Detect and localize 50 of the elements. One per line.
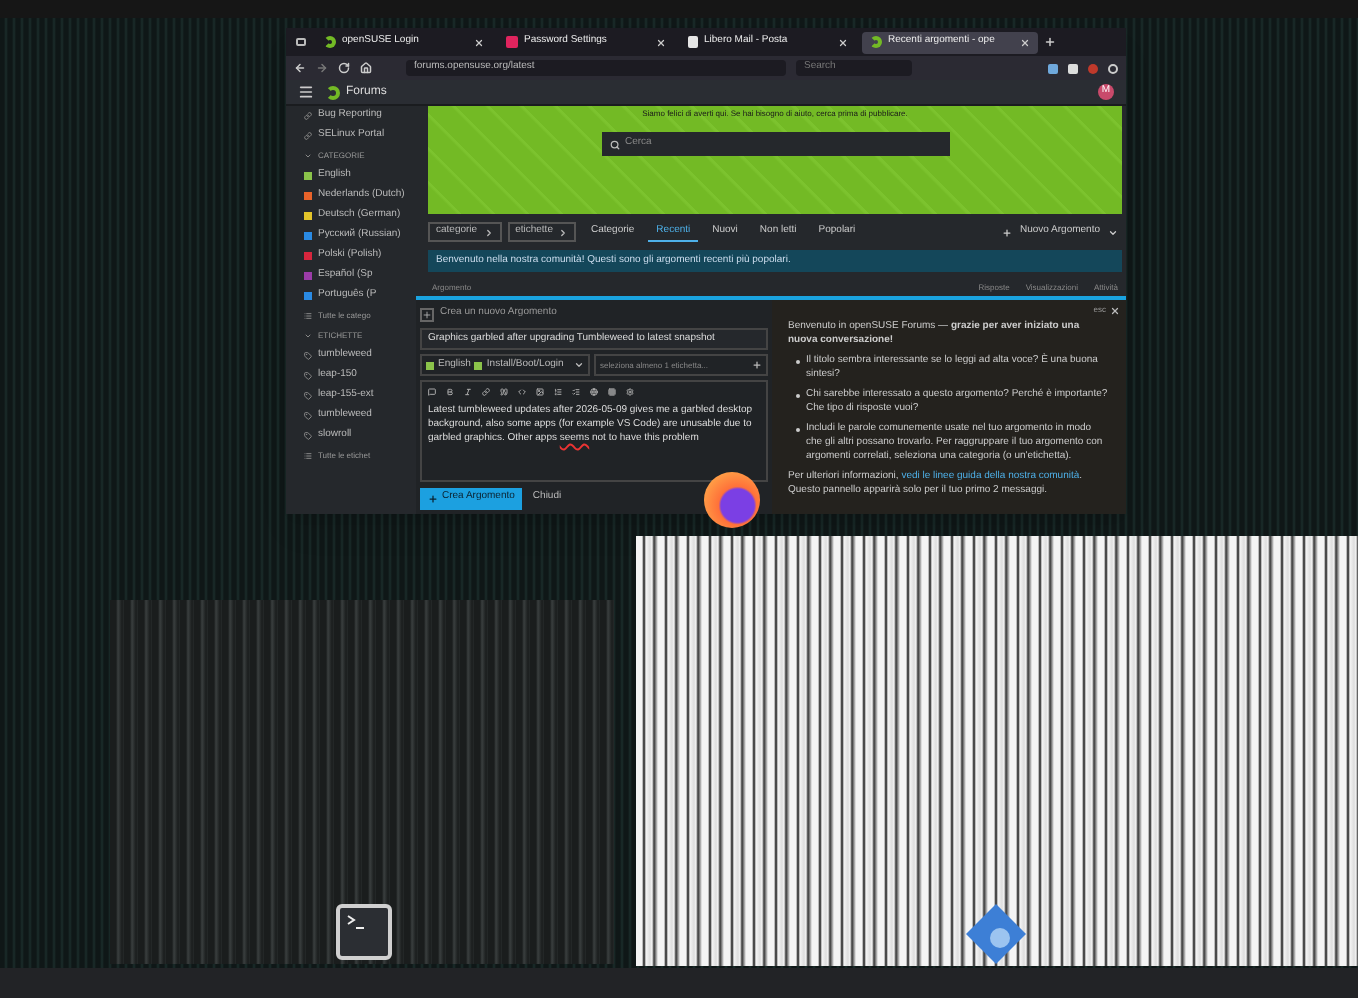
caret-icon[interactable] [483, 227, 494, 237]
tab-list-icon[interactable] [296, 38, 306, 46]
reload-icon[interactable] [338, 62, 350, 74]
plus-icon [420, 307, 434, 321]
toolbar-icon[interactable] [572, 387, 580, 395]
toolbar-icon[interactable] [464, 387, 472, 395]
page-icon [506, 36, 518, 48]
toolbar-icon[interactable] [608, 387, 616, 395]
toolbar-icon[interactable] [536, 387, 544, 395]
link-icon [304, 132, 312, 140]
tag-icon [304, 432, 312, 440]
logo-icon [870, 36, 882, 48]
toolbar-icon[interactable] [590, 387, 598, 395]
close-icon[interactable] [656, 37, 666, 47]
link-icon [304, 112, 312, 120]
home-icon[interactable] [360, 62, 372, 74]
logo-icon [324, 36, 336, 48]
toolbar-icon[interactable] [518, 387, 526, 395]
new-tab-icon[interactable] [1044, 36, 1056, 48]
toolbar-icon[interactable] [446, 387, 454, 395]
plus-icon [428, 493, 438, 503]
close-icon[interactable] [474, 37, 484, 47]
toolbar-icon[interactable] [482, 387, 490, 395]
logo-icon [326, 85, 340, 99]
forward-icon[interactable] [316, 62, 328, 74]
page-icon [688, 36, 698, 48]
list-icon [304, 452, 312, 460]
list-icon [304, 312, 312, 320]
menu-icon[interactable] [298, 84, 314, 100]
toolbar-icon[interactable] [500, 387, 508, 395]
search-icon [609, 139, 619, 149]
tag-icon [304, 412, 312, 420]
caret-icon[interactable] [558, 227, 569, 237]
back-icon[interactable] [294, 62, 306, 74]
tag-icon [304, 392, 312, 400]
garbled-window[interactable] [636, 536, 1358, 966]
account-icon[interactable] [1108, 63, 1118, 73]
toolbar-icon[interactable] [626, 387, 634, 395]
close-icon[interactable] [1110, 305, 1120, 315]
toolbar-icon[interactable] [428, 387, 436, 395]
caret-icon[interactable] [1108, 227, 1118, 237]
caret-icon [574, 360, 584, 370]
terminal-icon[interactable] [336, 904, 392, 960]
tag-icon [304, 352, 312, 360]
plus-icon [752, 360, 762, 370]
close-icon[interactable] [1020, 37, 1030, 47]
toolbar-icon[interactable] [554, 387, 562, 395]
tag-icon [304, 372, 312, 380]
plus-icon [1001, 227, 1012, 237]
close-icon[interactable] [838, 37, 848, 47]
